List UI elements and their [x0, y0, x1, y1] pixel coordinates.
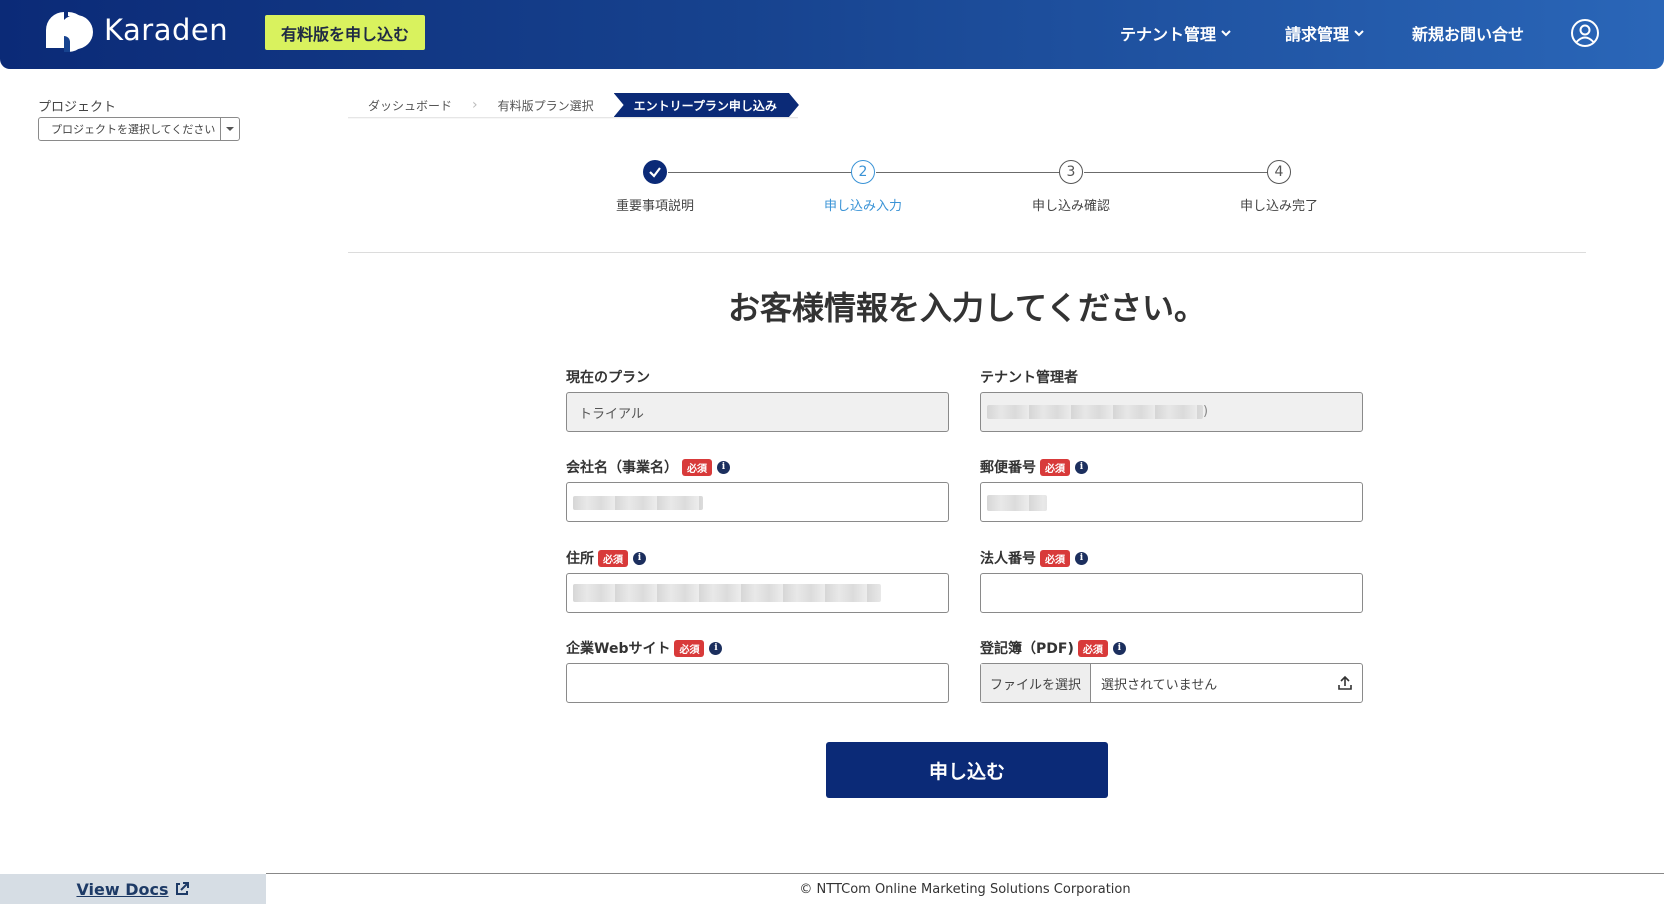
stepper-connector — [668, 172, 852, 173]
choose-file-button[interactable]: ファイルを選択 — [981, 664, 1091, 702]
info-icon[interactable]: i — [633, 551, 646, 565]
field-label-text: テナント管理者 — [980, 370, 1078, 386]
breadcrumb-label: エントリープラン申し込み — [633, 98, 777, 113]
breadcrumb-label: 有料版プラン選択 — [497, 98, 594, 113]
field-label-text: 登記簿（PDF) — [980, 641, 1074, 657]
info-icon[interactable]: i — [717, 460, 730, 474]
website-label: 企業Webサイト 必須 i — [566, 638, 723, 658]
chevron-down-icon — [1221, 30, 1231, 37]
karaden-logo-icon — [46, 12, 93, 52]
registry-pdf-label: 登記簿（PDF) 必須 i — [980, 638, 1126, 658]
breadcrumb-dashboard[interactable]: ダッシュボード — [348, 93, 473, 117]
step-2-label: 申し込み入力 — [823, 199, 902, 214]
app-header: Karaden 有料版を申し込む テナント管理 請求管理 新規お問い合せ — [0, 0, 1664, 69]
user-circle-icon[interactable] — [1570, 18, 1600, 48]
field-label-text: 現在のプラン — [566, 370, 650, 386]
field-label-text: 法人番号 — [980, 551, 1036, 567]
required-badge: 必須 — [598, 549, 628, 567]
required-badge: 必須 — [674, 639, 705, 657]
info-icon[interactable]: i — [1075, 551, 1088, 565]
upload-icon[interactable] — [1328, 664, 1362, 702]
required-badge: 必須 — [1040, 549, 1070, 567]
registry-pdf-file-input[interactable]: ファイルを選択 選択されていません — [980, 663, 1363, 703]
brand-name: Karaden — [104, 13, 229, 47]
postal-code-label: 郵便番号 必須 i — [980, 457, 1088, 477]
nav-new-inquiry[interactable]: 新規お問い合せ — [1412, 21, 1524, 45]
breadcrumb-entry-plan: エントリープラン申し込み — [614, 93, 799, 117]
sidebar: プロジェクト プロジェクトを選択してください — [0, 69, 266, 904]
redacted-value — [987, 495, 1047, 511]
brand-logo[interactable]: Karaden — [40, 8, 228, 52]
project-select-value: プロジェクトを選択してください — [51, 123, 216, 136]
required-badge: 必須 — [1077, 639, 1108, 657]
stepper-connector — [876, 172, 1060, 173]
external-link-icon — [175, 882, 189, 895]
stepper-connector — [1084, 172, 1268, 173]
info-icon[interactable]: i — [709, 641, 723, 655]
redacted-value — [987, 405, 1203, 419]
address-label: 住所 必須 i — [566, 548, 646, 568]
nav-label: テナント管理 — [1120, 25, 1217, 44]
field-label-text: 企業Webサイト — [566, 641, 671, 657]
nav-label: 請求管理 — [1285, 25, 1350, 44]
step-3-circle: 3 — [1059, 160, 1083, 184]
section-divider — [348, 252, 1586, 253]
chevron-down-icon — [1354, 30, 1364, 37]
info-icon[interactable]: i — [1112, 641, 1126, 655]
current-plan-label: 現在のプラン — [566, 367, 650, 387]
nav-tenant-management[interactable]: テナント管理 — [1120, 21, 1232, 45]
corporate-number-label: 法人番号 必須 i — [980, 548, 1088, 568]
field-label-text: 郵便番号 — [980, 460, 1036, 476]
tenant-admin-label: テナント管理者 — [980, 367, 1078, 387]
current-plan-field — [566, 392, 949, 432]
breadcrumb: ダッシュボード › 有料版プラン選択 エントリープラン申し込み — [348, 93, 799, 117]
step-4-label: 申し込み完了 — [1239, 199, 1318, 214]
step-1-circle — [643, 160, 667, 184]
page-title: お客様情報を入力してください。 — [727, 289, 1207, 327]
field-label-text: 住所 — [566, 551, 594, 567]
redacted-value — [573, 584, 881, 602]
info-icon[interactable]: i — [1075, 460, 1088, 474]
footer: © NTTCom Online Marketing Solutions Corp… — [266, 873, 1664, 904]
view-docs-label: View Docs — [76, 879, 169, 899]
postal-code-field[interactable] — [980, 482, 1363, 522]
website-field[interactable] — [566, 663, 949, 703]
corporate-number-field[interactable] — [980, 573, 1363, 613]
step-2-circle: 2 — [851, 160, 875, 184]
address-field[interactable] — [566, 573, 949, 613]
project-label: プロジェクト — [38, 100, 117, 115]
required-badge: 必須 — [682, 458, 712, 476]
step-3-label: 申し込み確認 — [1031, 199, 1110, 214]
nav-label: 新規お問い合せ — [1412, 25, 1525, 44]
redacted-value — [573, 496, 703, 510]
step-4-circle: 4 — [1267, 160, 1291, 184]
tenant-admin-suffix: ) — [1203, 404, 1209, 419]
dropdown-arrow-icon — [220, 118, 239, 140]
company-name-field[interactable] — [566, 482, 949, 522]
view-docs-link[interactable]: View Docs — [0, 874, 266, 904]
step-1-label: 重要事項説明 — [615, 199, 694, 214]
breadcrumb-shadow — [348, 117, 798, 119]
project-select[interactable]: プロジェクトを選択してください — [38, 117, 240, 141]
upgrade-button[interactable]: 有料版を申し込む — [265, 15, 425, 50]
company-name-label: 会社名（事業名） 必須 i — [566, 457, 730, 477]
tenant-admin-field: ) — [980, 392, 1363, 432]
nav-billing-management[interactable]: 請求管理 — [1285, 21, 1365, 45]
checkmark-icon — [649, 167, 661, 178]
breadcrumb-label: ダッシュボード — [368, 98, 453, 113]
copyright-text: © NTTCom Online Marketing Solutions Corp… — [799, 881, 1131, 897]
required-badge: 必須 — [1040, 458, 1070, 476]
breadcrumb-paid-plan[interactable]: 有料版プラン選択 — [477, 93, 614, 117]
field-label-text: 会社名（事業名） — [566, 460, 678, 476]
submit-button[interactable]: 申し込む — [826, 742, 1108, 798]
file-name-display: 選択されていません — [1101, 677, 1218, 693]
